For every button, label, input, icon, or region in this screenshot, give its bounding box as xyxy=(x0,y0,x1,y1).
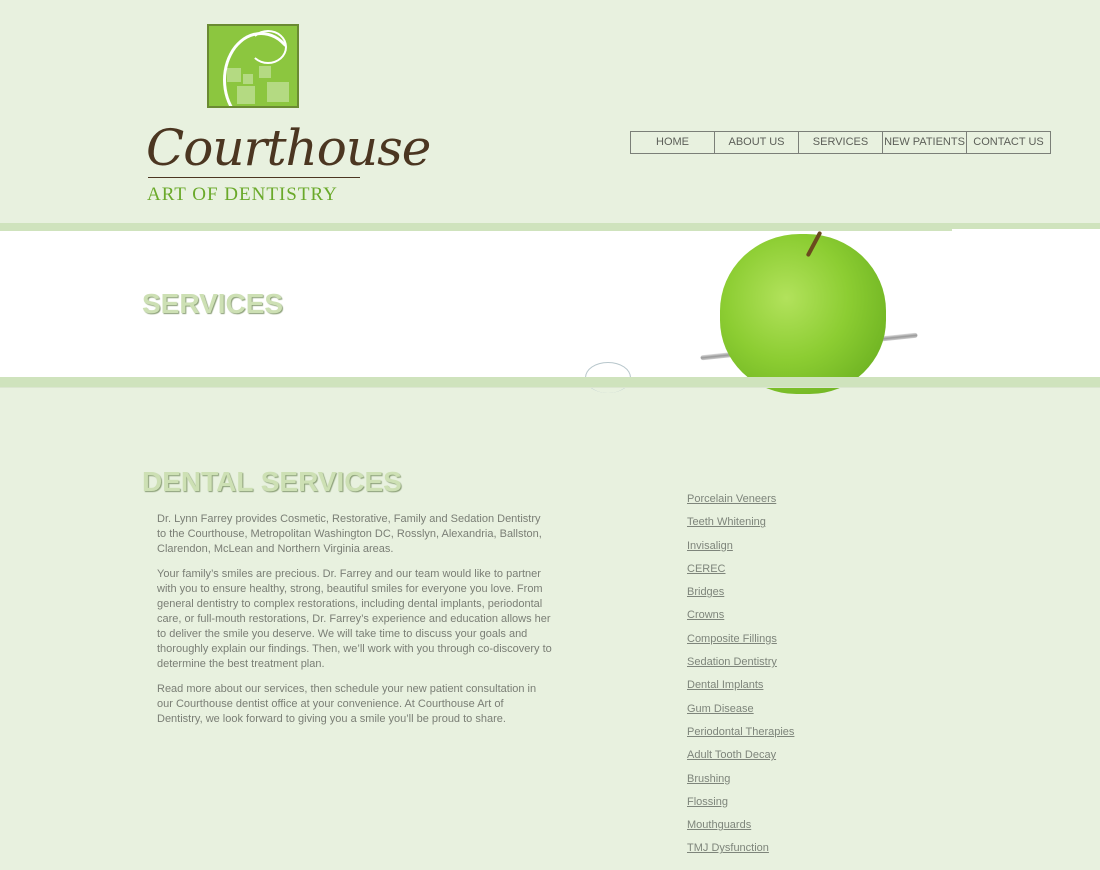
banner-bottom-stripe xyxy=(0,377,1100,388)
service-link-dental-implants[interactable]: Dental Implants xyxy=(687,679,763,691)
nav-about-us[interactable]: ABOUT US xyxy=(715,132,799,153)
service-link-flossing[interactable]: Flossing xyxy=(687,796,728,808)
list-item: TMJ Dysfunction xyxy=(687,841,794,864)
logo-icon[interactable] xyxy=(207,24,299,108)
service-link-porcelain-veneers[interactable]: Porcelain Veneers xyxy=(687,493,776,505)
service-link-teeth-whitening[interactable]: Teeth Whitening xyxy=(687,516,766,528)
main-nav: HOME ABOUT US SERVICES NEW PATIENTS CONT… xyxy=(630,131,1051,154)
logo-tagline: ART OF DENTISTRY xyxy=(147,184,338,205)
intro-text: Dr. Lynn Farrey provides Cosmetic, Resto… xyxy=(157,512,552,737)
service-link-invisalign[interactable]: Invisalign xyxy=(687,540,733,552)
intro-paragraph: Dr. Lynn Farrey provides Cosmetic, Resto… xyxy=(157,513,542,555)
logo-wordmark[interactable]: Courthouse xyxy=(146,118,431,178)
list-item: Sedation Dentistry xyxy=(687,655,794,678)
service-link-mouthguards[interactable]: Mouthguards xyxy=(687,819,751,831)
list-item: Periodontal Therapies xyxy=(687,725,794,748)
service-link-adult-tooth-decay[interactable]: Adult Tooth Decay xyxy=(687,749,776,761)
list-item: Flossing xyxy=(687,795,794,818)
service-link-brushing[interactable]: Brushing xyxy=(687,773,730,785)
list-item: Crowns xyxy=(687,608,794,631)
intro-paragraph: Read more about our services, then sched… xyxy=(157,683,537,725)
services-list: Porcelain Veneers Teeth Whitening Invisa… xyxy=(687,492,794,865)
list-item: Mouthguards xyxy=(687,818,794,841)
nav-home[interactable]: HOME xyxy=(631,132,715,153)
page-title: SERVICES xyxy=(142,288,284,319)
list-item: Bridges xyxy=(687,585,794,608)
list-item: Porcelain Veneers xyxy=(687,492,794,515)
service-link-crowns[interactable]: Crowns xyxy=(687,609,724,621)
section-heading: DENTAL SERVICES xyxy=(142,466,402,497)
intro-paragraph: Your family’s smiles are precious. Dr. F… xyxy=(157,568,552,670)
list-item: Invisalign xyxy=(687,539,794,562)
service-link-periodontal-therapies[interactable]: Periodontal Therapies xyxy=(687,726,794,738)
nav-new-patients[interactable]: NEW PATIENTS xyxy=(883,132,967,153)
service-link-sedation-dentistry[interactable]: Sedation Dentistry xyxy=(687,656,777,668)
list-item: Adult Tooth Decay xyxy=(687,748,794,771)
banner-right-panel xyxy=(952,229,1100,380)
service-link-bridges[interactable]: Bridges xyxy=(687,586,724,598)
list-item: Teeth Whitening xyxy=(687,515,794,538)
list-item: Brushing xyxy=(687,772,794,795)
list-item: CEREC xyxy=(687,562,794,585)
list-item: Gum Disease xyxy=(687,702,794,725)
list-item: Dental Implants xyxy=(687,678,794,701)
service-link-composite-fillings[interactable]: Composite Fillings xyxy=(687,633,777,645)
service-link-cerec[interactable]: CEREC xyxy=(687,563,726,575)
service-link-tmj-dysfunction[interactable]: TMJ Dysfunction xyxy=(687,842,769,854)
nav-services[interactable]: SERVICES xyxy=(799,132,883,153)
banner-top-stripe xyxy=(0,223,1100,231)
service-link-gum-disease[interactable]: Gum Disease xyxy=(687,703,754,715)
list-item: Composite Fillings xyxy=(687,632,794,655)
apple-image xyxy=(720,234,886,394)
nav-contact-us[interactable]: CONTACT US xyxy=(967,132,1050,153)
logo-divider xyxy=(148,177,360,178)
